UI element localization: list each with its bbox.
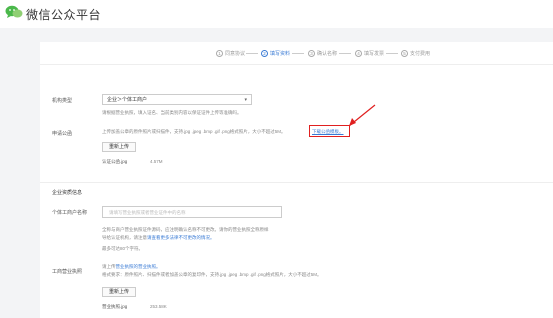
letter-file-name: 认证公函.jpg [102,159,128,164]
business-name-input[interactable]: 请填写营业执照或者营业证件中的名称 [102,206,282,218]
section-title: 企业资质信息 [52,190,83,196]
letter-file-size: 4.57M [150,159,163,164]
business-name-placeholder: 请填写营业执照或者营业证件中的名称 [109,210,186,215]
business-name-hint-3: 最多可达80个字符。 [102,246,144,251]
business-name-help-link[interactable]: 请查看更多法律不可更改的情况。 [147,235,215,240]
org-type-select[interactable]: 企业＞个体工商户 ▾ [102,94,252,105]
section-divider [40,182,553,183]
step-divider [246,53,258,54]
license-help-link[interactable]: 营业执照的营业执照。 [116,264,161,269]
reupload-license-button[interactable]: 重新上传 [102,287,136,297]
license-file-name: 营业执照.jpg [102,304,128,309]
business-name-hint-1: 全称与商户营业执照证件源码，应注明确认名称不可更改。请你的营业执照全称原样 [102,227,269,232]
org-type-value: 企业＞个体工商户 [107,97,148,103]
license-hint-1: 请上传营业执照的营业执照。 [102,264,161,269]
application-letter-hint: 上传加盖公章的原件照片或扫描件，支持.jpg .jpeg .bmp .gif .… [102,129,286,134]
step-5: 5 支付费用 [401,50,430,57]
wechat-logo-icon [5,5,23,18]
step-divider [386,53,398,54]
step-4: 4 填写发票 [355,50,384,57]
business-license-label: 工商营业执照 [52,269,83,275]
highlight-box [309,125,350,137]
progress-steps: 1 同意协议 2 填写资料 3 确认名称 4 填写发票 5 支付费用 [40,50,553,64]
chevron-down-icon: ▾ [244,97,247,103]
steps-divider [40,64,553,65]
step-2-active: 2 填写资料 [261,50,290,57]
license-file-size: 253.58K [150,304,167,309]
step-label: 确认名称 [317,51,338,57]
business-name-hint-2: 导给认证机构，请注意请查看更多法律不可更改的情况。 [102,235,215,240]
application-letter-label: 申请公函 [52,131,73,137]
registration-form-card: 1 同意协议 2 填写资料 3 确认名称 4 填写发票 5 支付费用 机构类型 … [40,42,553,318]
app-title: 微信公众平台 [26,8,102,22]
org-type-hint: 请根据营业执照，填入证名、当前类别内容以保证证件上传等准确吗。 [102,110,242,115]
business-name-label: 个体工商户名称 [52,210,88,216]
top-bar: 微信公众平台 [0,0,553,28]
step-divider [292,53,304,54]
step-label: 填写发票 [364,51,385,57]
step-1: 1 同意协议 [216,50,245,57]
step-label: 同意协议 [225,51,246,57]
reupload-letter-button[interactable]: 重新上传 [102,142,136,152]
step-3: 3 确认名称 [308,50,337,57]
license-hint-2: 格式要求：原件照片、扫描件或者加盖公章的复印件，支持.jpg .jpeg .bm… [102,272,322,277]
step-label: 支付费用 [410,51,431,57]
step-label: 填写资料 [270,51,291,57]
step-divider [339,53,351,54]
org-type-label: 机构类型 [52,98,73,104]
